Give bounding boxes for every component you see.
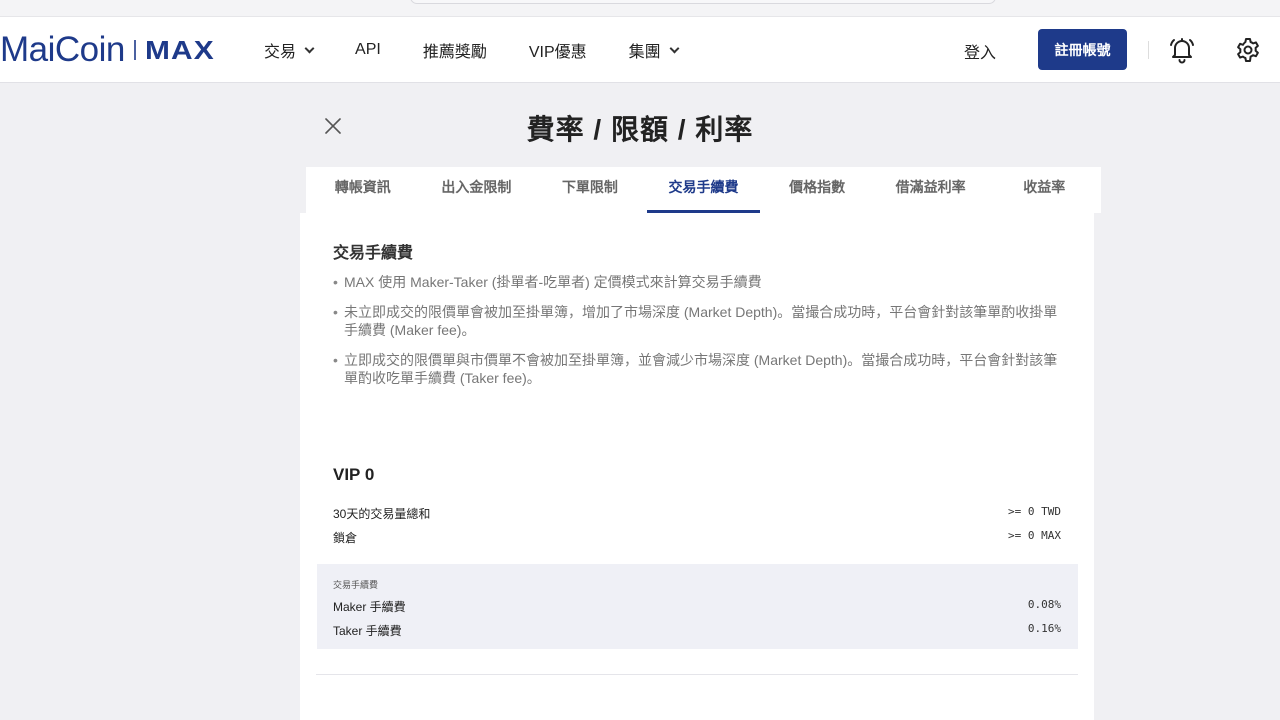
tab-deposit-withdraw-limits[interactable]: 出入金限制 <box>420 167 534 213</box>
nav-item-trade[interactable]: 交易 <box>264 38 315 62</box>
requirement-row: 30天的交易量總和 >= 0 TWD <box>333 505 1061 522</box>
logo[interactable]: MaiCoin MAX <box>0 30 214 69</box>
tab-order-limits[interactable]: 下單限制 <box>533 167 647 213</box>
nav-item-api[interactable]: API <box>355 41 381 59</box>
divider <box>316 674 1078 675</box>
requirement-value: >= 0 TWD <box>1008 505 1061 518</box>
fee-label: Maker 手續費 <box>333 600 406 614</box>
fee-value: 0.16% <box>1027 622 1061 635</box>
list-item: MAX 使用 Maker-Taker (掛單者-吃單者) 定價模式來計算交易手續… <box>333 273 1063 291</box>
requirement-label: 鎖倉 <box>333 531 358 545</box>
chevron-down-icon <box>304 43 315 53</box>
fee-row-maker: Maker 手續費 0.08% <box>333 598 1061 615</box>
logo-maicoin: MaiCoin <box>0 30 125 69</box>
logo-max: MAX <box>144 34 215 65</box>
register-button[interactable]: 註冊帳號 <box>1038 29 1127 70</box>
fee-box: 交易手續費 Maker 手續費 0.08% Taker 手續費 0.16% <box>317 564 1078 649</box>
nav-item-label: 集團 <box>628 44 661 61</box>
vip-level-title: VIP 0 <box>333 465 375 484</box>
nav-item-group[interactable]: 集團 <box>628 38 680 62</box>
requirement-label: 30天的交易量總和 <box>333 507 431 521</box>
tab-transfer-info[interactable]: 轉帳資訊 <box>306 167 420 213</box>
address-bar[interactable] <box>410 0 996 4</box>
fee-row-taker: Taker 手續費 0.16% <box>333 622 1061 639</box>
site-header: MaiCoin MAX 交易 API 推薦獎勵 VIP優惠 集團 登入 註冊帳號 <box>0 17 1280 83</box>
bell-icon[interactable] <box>1168 36 1196 64</box>
header-divider <box>1148 41 1149 59</box>
fee-box-header: 交易手續費 <box>333 580 379 590</box>
gear-icon[interactable] <box>1234 36 1262 64</box>
login-link[interactable]: 登入 <box>964 39 996 63</box>
nav-item-referral[interactable]: 推薦獎勵 <box>423 38 487 62</box>
nav-item-label: 推薦獎勵 <box>422 44 487 61</box>
list-item: 未立即成交的限價單會被加至掛單簿，增加了市場深度 (Market Depth)。… <box>333 303 1063 339</box>
chevron-down-icon <box>669 43 680 53</box>
logo-separator <box>133 40 136 60</box>
tab-bar: 轉帳資訊 出入金限制 下單限制 交易手續費 價格指數 借滿益利率 收益率 <box>306 167 1101 213</box>
list-item: 立即成交的限價單與市價單不會被加至掛單簿，並會減少市場深度 (Market De… <box>333 351 1063 387</box>
nav-item-label: VIP優惠 <box>528 44 587 61</box>
page-title: 費率 / 限額 / 利率 <box>526 114 754 145</box>
nav-item-label: API <box>355 41 381 58</box>
content-card: 交易手續費 MAX 使用 Maker-Taker (掛單者-吃單者) 定價模式來… <box>300 213 1094 720</box>
requirement-row: 鎖倉 >= 0 MAX <box>333 529 1061 546</box>
nav-item-vip[interactable]: VIP優惠 <box>529 38 587 62</box>
fee-value: 0.08% <box>1027 598 1061 611</box>
browser-top-strip <box>0 0 1280 17</box>
tab-yield-rates[interactable]: 收益率 <box>987 167 1101 213</box>
tab-trading-fees[interactable]: 交易手續費 <box>646 167 761 213</box>
nav-item-label: 交易 <box>264 44 297 61</box>
fee-description-list: MAX 使用 Maker-Taker (掛單者-吃單者) 定價模式來計算交易手續… <box>333 273 1063 399</box>
fee-label: Taker 手續費 <box>333 624 402 638</box>
tab-price-index[interactable]: 價格指數 <box>760 167 874 213</box>
main-nav: 交易 API 推薦獎勵 VIP優惠 集團 <box>264 17 720 83</box>
tab-lending-rates[interactable]: 借滿益利率 <box>874 167 988 213</box>
section-title: 交易手續費 <box>333 245 414 262</box>
requirement-value: >= 0 MAX <box>1008 529 1061 542</box>
